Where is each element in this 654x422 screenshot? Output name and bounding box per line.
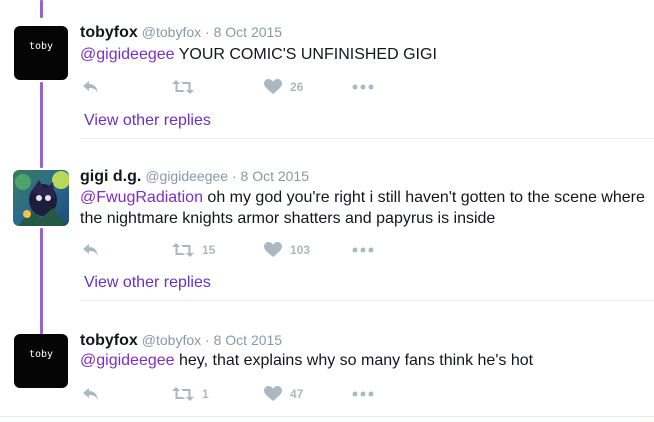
tweet[interactable]: toby tobyfox @tobyfox · 8 Oct 2015 @gigid…: [0, 332, 654, 412]
retweet-count: 1: [202, 387, 209, 401]
more-button[interactable]: [352, 83, 374, 91]
divider: [80, 300, 654, 301]
tweet-date[interactable]: 8 Oct 2015: [214, 332, 283, 348]
tweet-header: gigi d.g. @gigideegee · 8 Oct 2015: [80, 168, 309, 186]
tweet-body: YOUR COMIC'S UNFINISHED GIGI: [174, 46, 437, 63]
reply-icon: [83, 81, 98, 93]
avatar[interactable]: toby: [14, 334, 68, 388]
display-name[interactable]: tobyfox: [80, 24, 138, 41]
reply-icon: [83, 388, 98, 400]
tweet[interactable]: toby tobyfox @tobyfox · 8 Oct 2015 @gigid…: [0, 24, 654, 136]
tweet-body: oh my god you're right i still haven't g…: [202, 189, 645, 206]
display-name[interactable]: tobyfox: [80, 332, 138, 349]
like-button[interactable]: 47: [264, 386, 303, 402]
tweet-body-line2: the nightmare knights armor shatters and…: [80, 210, 496, 227]
view-other-replies-link[interactable]: View other replies: [84, 112, 211, 130]
tweet-text: @FwugRadiation oh my god you're right i …: [80, 187, 650, 229]
user-handle[interactable]: @gigideegee: [145, 168, 228, 184]
divider: [0, 416, 654, 417]
reply-icon: [83, 244, 98, 256]
tweet[interactable]: gigi d.g. @gigideegee · 8 Oct 2015 @FwugR…: [0, 168, 654, 291]
like-icon: [264, 242, 282, 257]
reply-button[interactable]: [82, 79, 100, 95]
more-button[interactable]: [352, 246, 374, 254]
avatar[interactable]: [13, 170, 69, 226]
like-count: 103: [290, 243, 311, 257]
more-icon: [352, 247, 374, 253]
more-button[interactable]: [352, 390, 374, 398]
tweet-header: tobyfox @tobyfox · 8 Oct 2015: [80, 24, 282, 42]
separator-dot: ·: [228, 168, 241, 184]
like-icon: [264, 79, 282, 94]
tweet-date[interactable]: 8 Oct 2015: [241, 168, 310, 184]
mention-link[interactable]: @gigideegee: [80, 352, 175, 369]
tweet-text: @gigideegee YOUR COMIC'S UNFINISHED GIGI: [80, 44, 650, 65]
retweet-icon: [172, 80, 194, 94]
mention-link[interactable]: @FwugRadiation: [80, 189, 203, 206]
separator-dot: ·: [201, 332, 214, 348]
tweet-body: hey, that explains why so many fans thin…: [174, 352, 534, 369]
avatar[interactable]: toby: [14, 26, 68, 80]
reply-button[interactable]: [82, 386, 100, 402]
avatar-text: toby: [28, 349, 54, 360]
more-icon: [352, 84, 374, 90]
like-count: 26: [290, 80, 304, 94]
avatar-text: toby: [28, 41, 54, 52]
like-button[interactable]: 103: [264, 242, 310, 258]
retweet-button[interactable]: 1: [172, 386, 209, 402]
separator-dot: ·: [201, 24, 214, 40]
retweet-icon: [172, 387, 194, 401]
more-icon: [352, 391, 374, 397]
divider: [80, 138, 654, 139]
retweet-icon: [172, 243, 194, 257]
tweet-text: @gigideegee hey, that explains why so ma…: [80, 350, 650, 371]
retweet-button[interactable]: [172, 79, 202, 95]
reply-button[interactable]: [82, 242, 100, 258]
display-name[interactable]: gigi d.g.: [80, 168, 141, 185]
retweet-count: 15: [202, 243, 216, 257]
thread-line: [40, 0, 43, 18]
like-count: 47: [290, 387, 304, 401]
user-handle[interactable]: @tobyfox: [142, 24, 201, 40]
like-icon: [264, 386, 282, 401]
tweet-date[interactable]: 8 Oct 2015: [214, 24, 283, 40]
view-other-replies-link[interactable]: View other replies: [84, 274, 211, 292]
user-handle[interactable]: @tobyfox: [142, 332, 201, 348]
like-button[interactable]: 26: [264, 79, 303, 95]
avatar-image: [13, 170, 69, 226]
retweet-button[interactable]: 15: [172, 242, 215, 258]
mention-link[interactable]: @gigideegee: [80, 46, 175, 63]
tweet-header: tobyfox @tobyfox · 8 Oct 2015: [80, 332, 282, 350]
